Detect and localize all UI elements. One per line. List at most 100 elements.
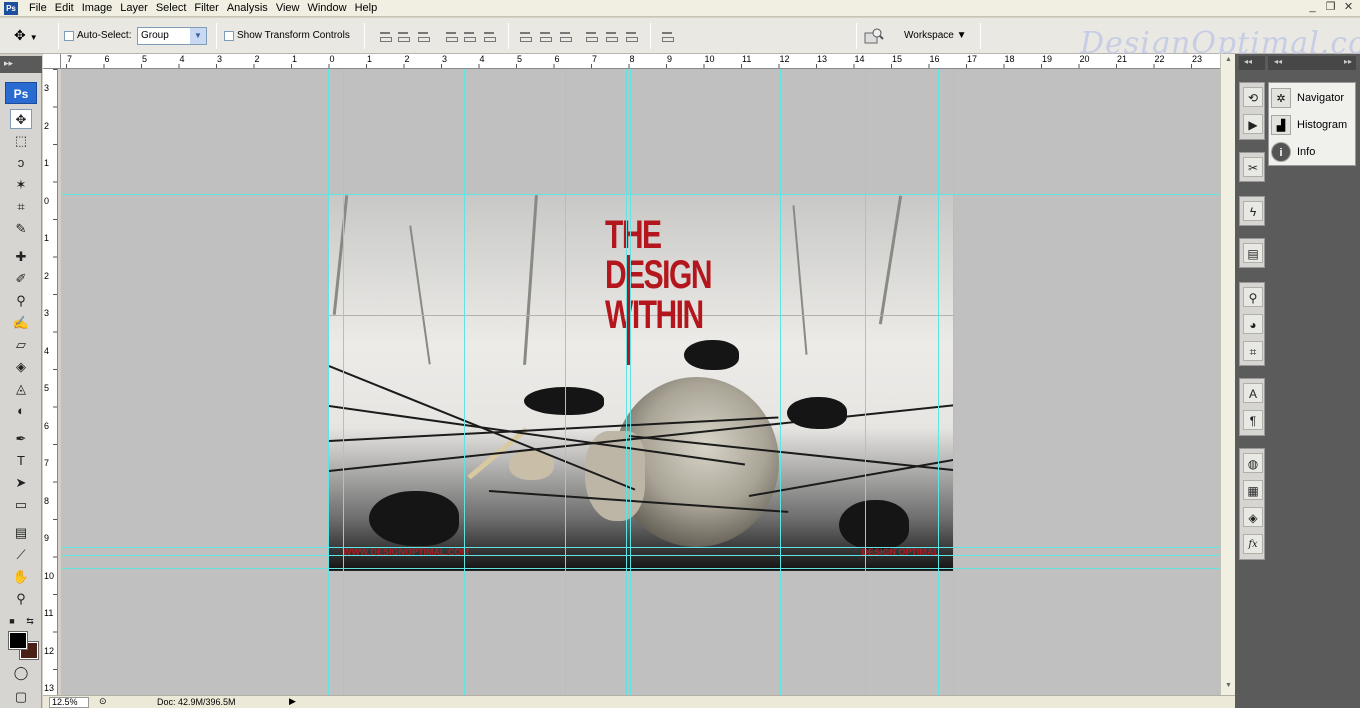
- canvas-workspace[interactable]: THE DESIGN WITHIN WWW.DESIGNOPTIMAL.COM …: [61, 69, 1220, 695]
- scroll-up-arrow[interactable]: ▲: [1223, 56, 1234, 67]
- collapse-icon[interactable]: ◂◂: [1244, 57, 1252, 66]
- dock-header[interactable]: ◂◂: [1239, 56, 1265, 70]
- auto-select-dropdown[interactable]: Group ▼: [137, 27, 207, 45]
- magic-wand-tool[interactable]: ✶: [10, 175, 32, 195]
- info-panel-button[interactable]: i Info: [1271, 140, 1355, 164]
- vertical-ruler[interactable]: 3 2 1 0 1 2 3 4 5 6 7 8 9 10 11 12 13: [43, 69, 58, 695]
- history-icon[interactable]: ⟲: [1243, 87, 1263, 107]
- close-button[interactable]: ✕: [1341, 1, 1356, 15]
- channels-icon[interactable]: ◕: [1243, 314, 1263, 334]
- clone-source-icon[interactable]: ⚲: [1243, 287, 1263, 307]
- paths-icon[interactable]: ⌗: [1243, 341, 1263, 361]
- collapse-icon[interactable]: ◂◂: [1274, 57, 1282, 66]
- guide-line[interactable]: [343, 69, 344, 695]
- distribute-right-icon[interactable]: [624, 29, 638, 43]
- guide-line[interactable]: [61, 568, 1220, 569]
- healing-brush-tool[interactable]: ✚: [10, 247, 32, 267]
- auto-select-checkbox[interactable]: Auto-Select:: [64, 30, 131, 41]
- layers-icon[interactable]: ◈: [1243, 507, 1263, 527]
- minimize-button[interactable]: _: [1305, 1, 1320, 15]
- type-tool[interactable]: T: [10, 451, 32, 471]
- guide-line[interactable]: [61, 194, 1220, 195]
- distribute-hcenter-icon[interactable]: [604, 29, 618, 43]
- screen-mode-icon[interactable]: ▢: [10, 687, 32, 707]
- align-left-icon[interactable]: [444, 29, 458, 43]
- tool-preset-picker[interactable]: ✥ ▼: [14, 27, 38, 44]
- zoom-field[interactable]: 12.5%: [49, 697, 89, 708]
- styles-icon[interactable]: fx: [1243, 534, 1263, 554]
- shape-tool[interactable]: ▭: [10, 495, 32, 515]
- expand-icon[interactable]: ▸▸: [1344, 57, 1352, 66]
- foreground-color-swatch[interactable]: [8, 631, 28, 650]
- align-hcenter-icon[interactable]: [462, 29, 476, 43]
- checkbox-box[interactable]: [224, 30, 234, 41]
- clone-stamp-tool[interactable]: ⚲: [10, 291, 32, 311]
- zoom-tool[interactable]: ⚲: [10, 589, 32, 609]
- eraser-tool[interactable]: ▱: [10, 335, 32, 355]
- swatches-icon[interactable]: ▦: [1243, 480, 1263, 500]
- paragraph-icon[interactable]: ¶: [1243, 410, 1263, 430]
- align-right-icon[interactable]: [482, 29, 496, 43]
- menu-file[interactable]: File: [25, 0, 51, 17]
- menu-edit[interactable]: Edit: [51, 0, 78, 17]
- character-icon[interactable]: A: [1243, 383, 1263, 403]
- distribute-vcenter-icon[interactable]: [538, 29, 552, 43]
- lasso-tool[interactable]: ↄ: [10, 153, 32, 173]
- ps-logo[interactable]: Ps: [5, 82, 37, 104]
- history-brush-tool[interactable]: ✍: [10, 313, 32, 333]
- guide-line[interactable]: [61, 555, 1220, 556]
- move-tool[interactable]: ✥: [10, 109, 32, 129]
- dock-header[interactable]: ◂◂ ▸▸: [1268, 56, 1356, 70]
- color-icon[interactable]: ◍: [1243, 453, 1263, 473]
- guide-line[interactable]: [953, 69, 954, 695]
- menu-view[interactable]: View: [272, 0, 304, 17]
- paint-bucket-tool[interactable]: ◈: [10, 357, 32, 377]
- guide-line[interactable]: [626, 69, 627, 695]
- guide-line[interactable]: [565, 69, 566, 695]
- layer-comps-icon[interactable]: ▤: [1243, 243, 1263, 263]
- document-image[interactable]: THE DESIGN WITHIN WWW.DESIGNOPTIMAL.COM …: [328, 194, 954, 571]
- guide-line[interactable]: [780, 69, 781, 695]
- status-arrow-icon[interactable]: ▶: [289, 696, 296, 707]
- path-selection-tool[interactable]: ➤: [10, 473, 32, 493]
- menu-select[interactable]: Select: [152, 0, 191, 17]
- distribute-top-icon[interactable]: [518, 29, 532, 43]
- guide-line[interactable]: [630, 69, 631, 695]
- menu-window[interactable]: Window: [303, 0, 350, 17]
- workspace-button[interactable]: Workspace ▼: [864, 25, 976, 47]
- guide-line[interactable]: [938, 69, 939, 695]
- eyedropper-tool[interactable]: ⟋: [10, 545, 32, 565]
- chevron-down-icon[interactable]: ▼: [190, 28, 206, 44]
- tool-presets-icon[interactable]: ✂: [1243, 157, 1263, 177]
- swap-colors-icon[interactable]: ⇆: [24, 611, 36, 631]
- menu-image[interactable]: Image: [78, 0, 117, 17]
- histogram-panel-button[interactable]: ▟ Histogram: [1271, 113, 1355, 137]
- guide-line[interactable]: [865, 69, 866, 695]
- toolbox-header[interactable]: ▸▸: [0, 56, 42, 73]
- navigator-panel-button[interactable]: ✲ Navigator: [1271, 86, 1355, 110]
- menu-analysis[interactable]: Analysis: [223, 0, 272, 17]
- actions-icon[interactable]: ▶: [1243, 114, 1263, 134]
- guide-line[interactable]: [328, 69, 329, 695]
- blur-tool[interactable]: ◬: [10, 379, 32, 399]
- status-menu-icon[interactable]: ⊙: [99, 696, 107, 707]
- scroll-down-arrow[interactable]: ▼: [1223, 682, 1234, 693]
- app-icon[interactable]: Ps: [4, 2, 18, 15]
- align-vcenter-icon[interactable]: [396, 29, 410, 43]
- brushes-icon[interactable]: ϟ: [1243, 201, 1263, 221]
- pen-tool[interactable]: ✒: [10, 429, 32, 449]
- checkbox-box[interactable]: [64, 30, 74, 41]
- collapse-icon[interactable]: ▸▸: [4, 58, 13, 69]
- quick-mask-icon[interactable]: ◯: [10, 663, 32, 683]
- vertical-scrollbar[interactable]: ▲ ▼: [1220, 54, 1235, 695]
- show-transform-checkbox[interactable]: Show Transform Controls: [224, 30, 350, 41]
- brush-tool[interactable]: ✐: [10, 269, 32, 289]
- default-colors-icon[interactable]: ■: [6, 611, 18, 631]
- align-top-icon[interactable]: [378, 29, 392, 43]
- guide-line[interactable]: [61, 547, 1220, 548]
- dodge-tool[interactable]: ◐: [10, 401, 32, 421]
- ruler-origin[interactable]: [43, 54, 61, 69]
- marquee-tool[interactable]: ⬚: [10, 131, 32, 151]
- guide-line[interactable]: [464, 69, 465, 695]
- align-bottom-icon[interactable]: [416, 29, 430, 43]
